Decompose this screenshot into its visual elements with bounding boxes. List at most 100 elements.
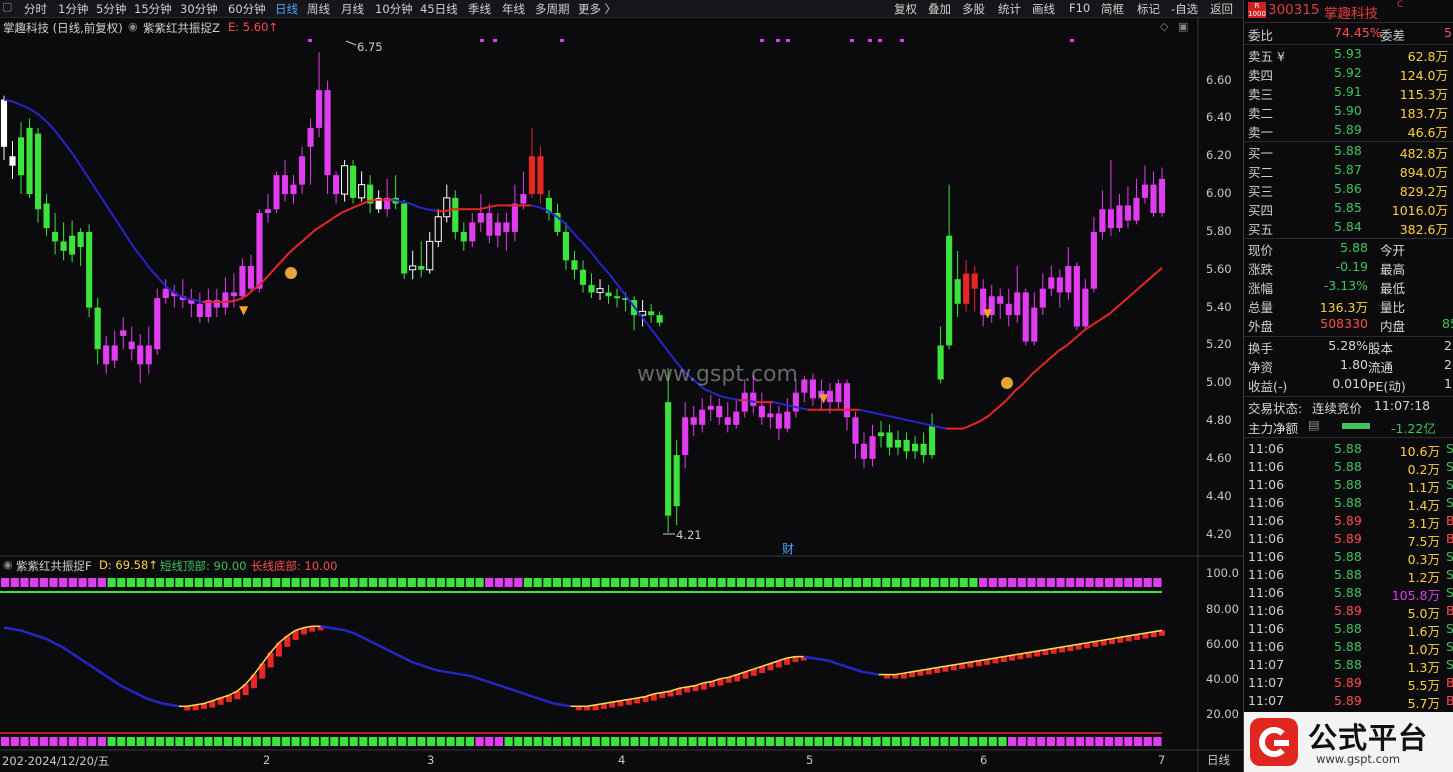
period-tab-10[interactable]: 45日线 (420, 1, 458, 17)
indicator-toggle-icon[interactable]: ◉ (128, 20, 138, 33)
tick-price: 5.88 (1334, 657, 1362, 672)
price-tick: 5.00 (1206, 375, 1232, 390)
price-tick: 6.20 (1206, 148, 1232, 163)
period-tab-0[interactable]: 分时 (24, 1, 47, 17)
finance-marker[interactable]: 财 (782, 540, 794, 557)
period-tab-12[interactable]: 年线 (502, 1, 525, 17)
period-tab-13[interactable]: 多周期 (535, 1, 570, 17)
candle (894, 430, 902, 456)
candle (835, 379, 842, 410)
strip-cell-bottom (1095, 737, 1104, 746)
toolbar-action-1[interactable]: 叠加 (928, 1, 951, 17)
stat-label: 现价 (1248, 243, 1274, 258)
buys-row[interactable]: 买五 5.84 382.6万 (1248, 219, 1453, 237)
toolbar-action-5[interactable]: F10 (1069, 1, 1090, 15)
toolbar-action-3[interactable]: 统计 (998, 1, 1021, 17)
period-tab-14[interactable]: 更多 〉 (578, 1, 616, 17)
strip-cell-top (920, 578, 930, 587)
tick-time: 11:06 (1248, 441, 1285, 456)
period-tab-8[interactable]: 月线 (341, 1, 364, 17)
strip-cell-bottom (223, 737, 232, 746)
sells-row[interactable]: 卖二 5.90 183.7万 (1248, 103, 1453, 121)
ma-segment (12, 100, 22, 107)
strip-cell-bottom (475, 737, 484, 746)
strip-cell-top (175, 578, 184, 587)
flow-detail-icon[interactable]: ▤ (1308, 417, 1320, 432)
toolbar-action-8[interactable]: -自选 (1171, 1, 1198, 17)
strip-cell-top (49, 578, 58, 587)
osc-segment (861, 670, 871, 675)
strip-cell-bottom (291, 737, 300, 746)
buys-row[interactable]: 买三 5.86 829.2万 (1248, 181, 1453, 199)
strip-cell-bottom (601, 737, 610, 746)
period-tab-2[interactable]: 5分钟 (96, 1, 126, 17)
period-tab-7[interactable]: 周线 (307, 1, 330, 17)
kline-chart-area[interactable]: ▼ ▼ ▼ (0, 17, 1243, 772)
candle (1082, 279, 1089, 331)
strip-cell-bottom (126, 737, 136, 746)
stock-code: 300315 (1268, 2, 1320, 18)
candle (69, 220, 76, 263)
period-tab-11[interactable]: 季线 (468, 1, 491, 17)
sells-row[interactable]: 卖三 5.91 115.3万 (1248, 84, 1453, 102)
candle (1014, 265, 1021, 323)
strip-cell-top (649, 578, 658, 587)
menu-icon[interactable]: ▢ (2, 0, 12, 13)
strip-cell-top (262, 578, 271, 587)
toolbar-action-0[interactable]: 复权 (894, 1, 917, 17)
candle (665, 368, 672, 533)
period-tab-5[interactable]: 60分钟 (228, 1, 266, 17)
date-tick: 2 (263, 753, 271, 767)
strip-cell-top (165, 578, 174, 587)
sub-indicator-toggle-icon[interactable]: ◉ (3, 558, 13, 571)
toolbar-action-7[interactable]: 标记 (1137, 1, 1160, 17)
strip-cell-top (698, 578, 707, 587)
osc-segment (561, 703, 571, 708)
buys-row[interactable]: 买二 5.87 894.0万 (1248, 162, 1453, 180)
candle (503, 213, 510, 251)
buys-label: 买四 (1248, 203, 1274, 218)
candle (843, 379, 851, 431)
stock-name[interactable]: 掌趣科技 (1324, 2, 1378, 22)
buys-row[interactable]: 买一 5.88 482.8万 (1248, 143, 1453, 161)
sells-row[interactable]: 卖五 ¥ 5.93 62.8万 (1248, 46, 1453, 64)
ma-segment (1092, 318, 1103, 326)
ma-segment (867, 410, 878, 415)
osc-segment (495, 683, 505, 689)
sells-row[interactable]: 卖一 5.89 46.6万 (1248, 122, 1453, 140)
sells-row[interactable]: 卖四 5.92 124.0万 (1248, 65, 1453, 83)
toolbar-action-9[interactable]: 返回 (1210, 1, 1233, 17)
osc-tick: 100.0 (1206, 566, 1239, 580)
toolbar-action-6[interactable]: 简框 (1101, 1, 1124, 17)
period-tab-6[interactable]: 日线 (275, 1, 298, 17)
period-tab-4[interactable]: 30分钟 (180, 1, 218, 17)
ma-segment (651, 329, 662, 343)
ma-segment (1040, 357, 1051, 367)
sells-price: 5.89 (1334, 122, 1362, 137)
period-tab-9[interactable]: 10分钟 (375, 1, 413, 17)
candle (43, 194, 50, 236)
candle (103, 335, 110, 374)
toolbar-action-2[interactable]: 多股 (962, 1, 985, 17)
diamond-icon[interactable]: ◇ (1160, 20, 1168, 33)
buys-row[interactable]: 买四 5.85 1016.0万 (1248, 200, 1453, 218)
candle (699, 398, 706, 433)
period-tab-1[interactable]: 1分钟 (58, 1, 88, 17)
period-toolbar: ▢ 分时 1分钟 5分钟 15分钟 30分钟 60分钟 日线 周线 月线 10分钟 45日线 季线 年线… (0, 0, 1243, 18)
strip-cell-top (68, 578, 77, 587)
ma-segment (228, 299, 238, 303)
candle (1158, 167, 1166, 217)
window-icon[interactable]: ▣ (1178, 20, 1188, 33)
period-button[interactable]: 日线 (1207, 752, 1230, 768)
period-tab-3[interactable]: 15分钟 (134, 1, 172, 17)
strip-cell-bottom (436, 737, 445, 746)
ma-segment (781, 403, 791, 407)
ma-segment (530, 204, 541, 209)
candle (179, 279, 186, 308)
candle (239, 258, 246, 301)
toolbar-action-4[interactable]: 画线 (1032, 1, 1055, 17)
strip-cell-bottom (378, 737, 387, 746)
gem-icon: ▼ (819, 391, 829, 405)
ma-segment (279, 252, 290, 263)
strip-cell-bottom (533, 737, 542, 746)
